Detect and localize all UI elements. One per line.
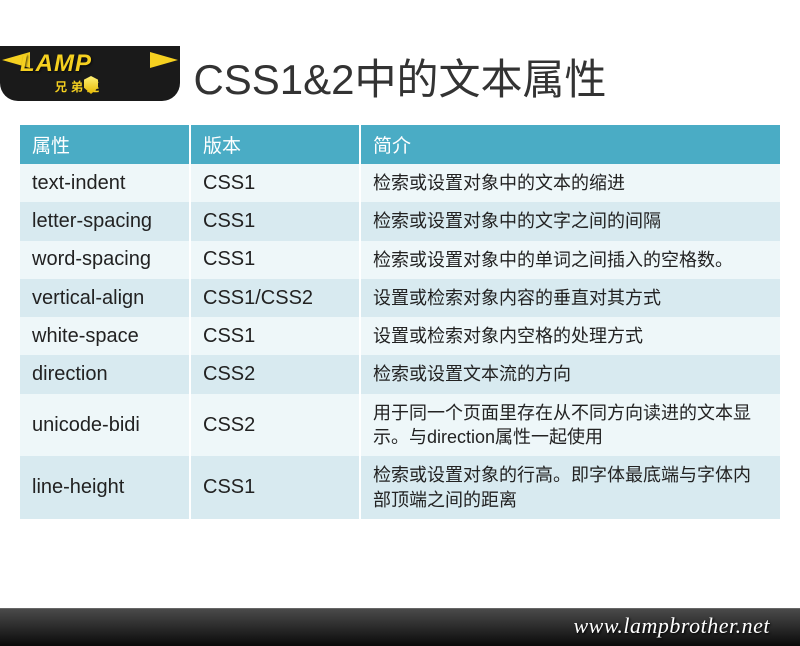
properties-table: 属性 版本 简介 text-indentCSS1检索或设置对象中的文本的缩进le…: [20, 125, 780, 519]
cell-description: 检索或设置对象中的文本的缩进: [360, 164, 780, 202]
cell-property: white-space: [20, 317, 190, 355]
table-row: line-heightCSS1检索或设置对象的行高。即字体最底端与字体内部顶端之…: [20, 456, 780, 519]
cell-version: CSS1: [190, 317, 360, 355]
cell-description: 检索或设置文本流的方向: [360, 355, 780, 393]
footer-url: www.lampbrother.net: [573, 613, 770, 639]
cell-version: CSS1: [190, 202, 360, 240]
cell-version: CSS2: [190, 355, 360, 393]
logo-banner: LAMP 兄弟连: [0, 46, 200, 106]
cell-version: CSS1: [190, 241, 360, 279]
cell-description: 检索或设置对象的行高。即字体最底端与字体内部顶端之间的距离: [360, 456, 780, 519]
cell-property: text-indent: [20, 164, 190, 202]
table-row: white-spaceCSS1设置或检索对象内空格的处理方式: [20, 317, 780, 355]
cell-version: CSS1/CSS2: [190, 279, 360, 317]
col-header-version: 版本: [190, 125, 360, 164]
table-row: vertical-alignCSS1/CSS2设置或检索对象内容的垂直对其方式: [20, 279, 780, 317]
cell-description: 设置或检索对象内空格的处理方式: [360, 317, 780, 355]
cell-description: 检索或设置对象中的单词之间插入的空格数。: [360, 241, 780, 279]
table-row: directionCSS2检索或设置文本流的方向: [20, 355, 780, 393]
cell-property: line-height: [20, 456, 190, 519]
cell-property: vertical-align: [20, 279, 190, 317]
cell-description: 检索或设置对象中的文字之间的间隔: [360, 202, 780, 240]
table-header-row: 属性 版本 简介: [20, 125, 780, 164]
cell-version: CSS1: [190, 164, 360, 202]
cell-property: unicode-bidi: [20, 394, 190, 457]
footer-bar: www.lampbrother.net: [0, 608, 800, 646]
cell-description: 用于同一个页面里存在从不同方向读进的文本显示。与direction属性一起使用: [360, 394, 780, 457]
logo-main: LAMP: [20, 50, 92, 78]
cell-property: direction: [20, 355, 190, 393]
col-header-property: 属性: [20, 125, 190, 164]
cell-property: letter-spacing: [20, 202, 190, 240]
table-row: letter-spacingCSS1检索或设置对象中的文字之间的间隔: [20, 202, 780, 240]
table-row: word-spacingCSS1检索或设置对象中的单词之间插入的空格数。: [20, 241, 780, 279]
properties-table-wrap: 属性 版本 简介 text-indentCSS1检索或设置对象中的文本的缩进le…: [20, 125, 780, 519]
cell-description: 设置或检索对象内容的垂直对其方式: [360, 279, 780, 317]
col-header-desc: 简介: [360, 125, 780, 164]
table-row: text-indentCSS1检索或设置对象中的文本的缩进: [20, 164, 780, 202]
cell-property: word-spacing: [20, 241, 190, 279]
cell-version: CSS1: [190, 456, 360, 519]
cell-version: CSS2: [190, 394, 360, 457]
table-row: unicode-bidiCSS2用于同一个页面里存在从不同方向读进的文本显示。与…: [20, 394, 780, 457]
